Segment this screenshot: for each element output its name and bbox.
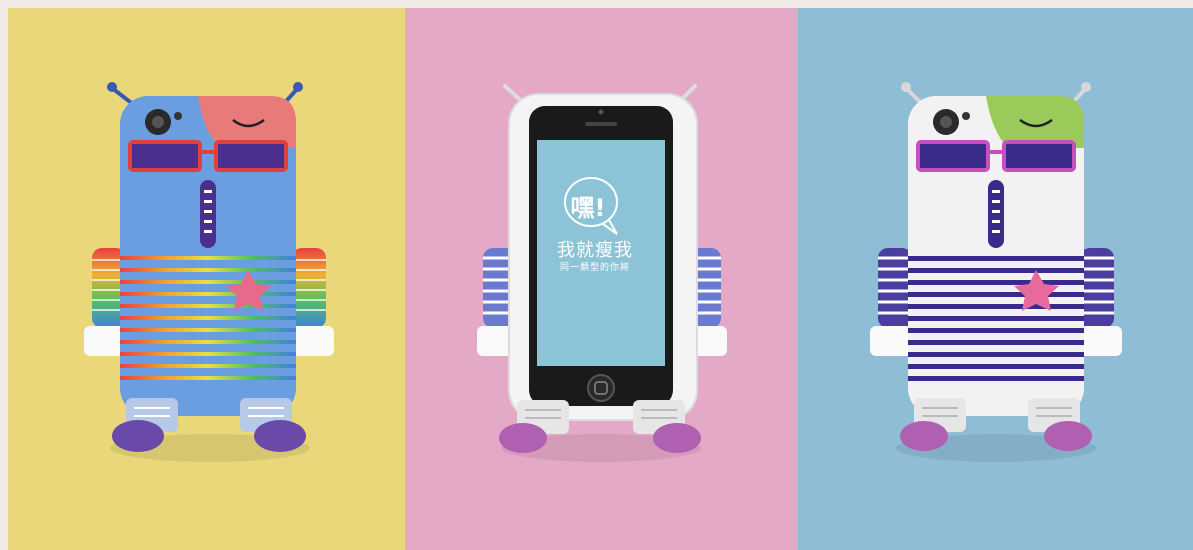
screen-title: 我就瘦我 [557,240,633,261]
screen-logo-text: 嘿! [570,194,606,222]
panel-yellow-robot-case [8,8,405,550]
screen-subtitle: 同一類型的你將 [559,263,630,273]
robot-case-white-phone [477,84,727,462]
robot-case-navy-stripes [870,82,1122,462]
home-button [587,374,615,402]
robot-case-rainbow [84,82,334,462]
product-image: 嘿! 我就瘦我 同一類型的你將 [0,0,1193,550]
panel-pink-robot-case: 嘿! 我就瘦我 同一類型的你將 [405,8,798,550]
panel-blue-robot-case [798,8,1193,550]
